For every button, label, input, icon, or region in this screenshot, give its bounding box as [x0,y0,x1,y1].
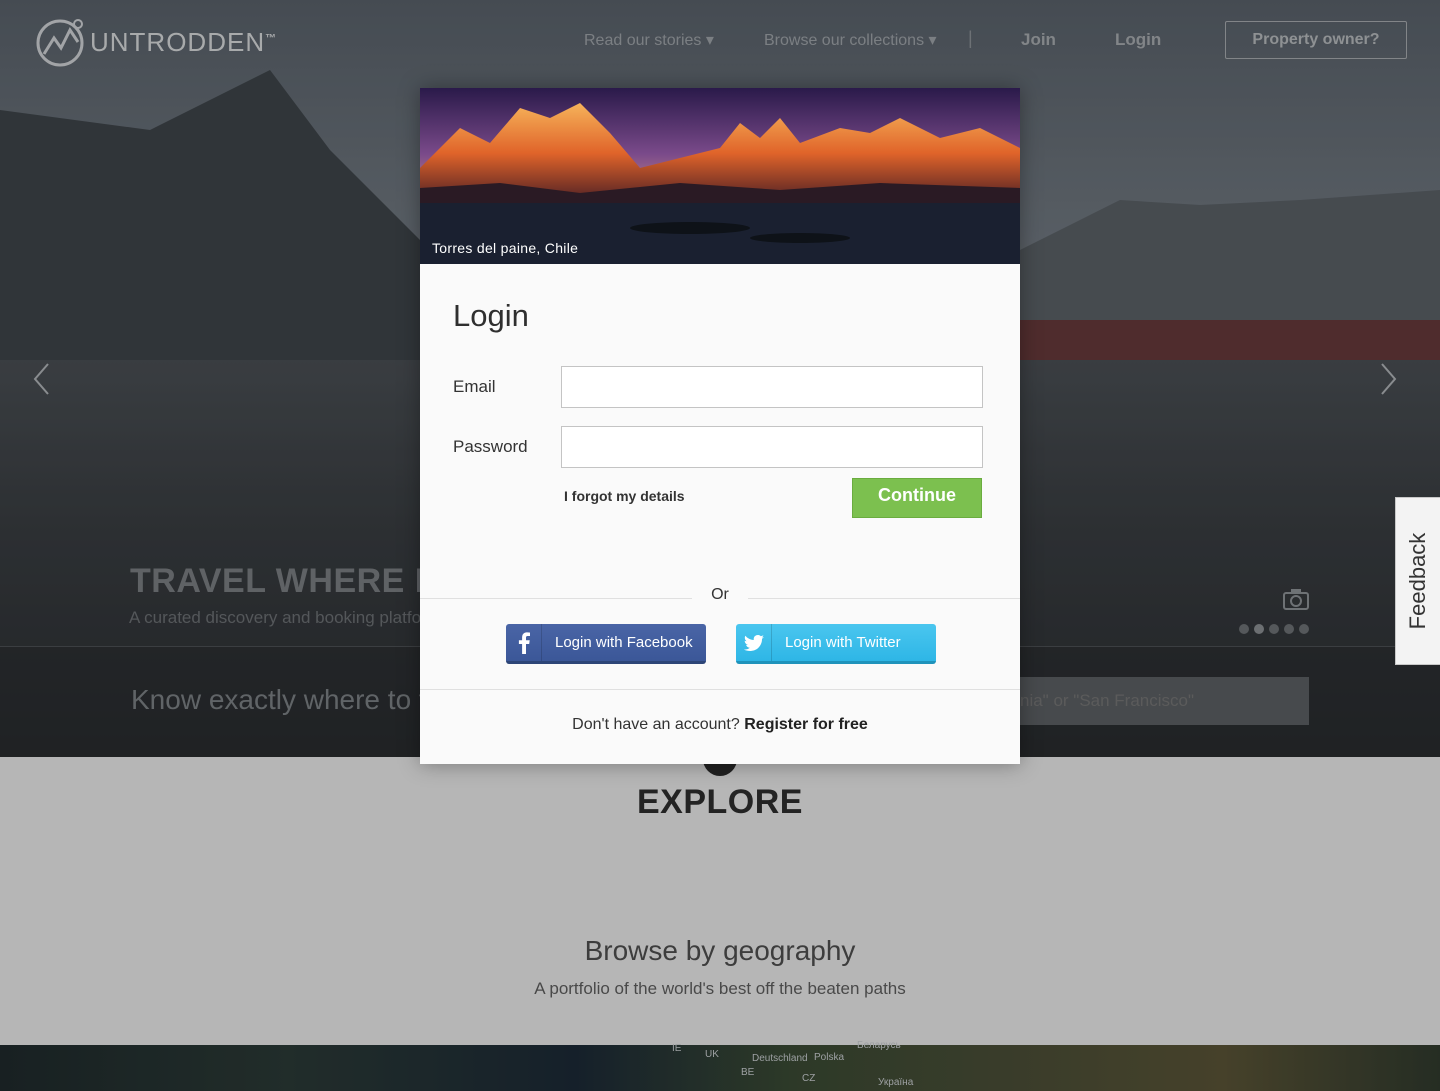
forgot-details-link[interactable]: I forgot my details [564,488,685,504]
twitter-login-button[interactable]: Login with Twitter [736,624,936,664]
register-prompt: Don't have an account? Register for free [420,716,1020,734]
or-separator: Or [692,586,748,604]
password-field[interactable] [561,426,983,468]
modal-title: Login [453,298,529,333]
password-label: Password [453,437,528,456]
feedback-tab[interactable]: Feedback [1395,497,1440,665]
facebook-login-button[interactable]: Login with Facebook [506,624,706,664]
photo-caption: Torres del paine, Chile [432,240,579,256]
continue-button[interactable]: Continue [852,478,982,518]
email-label: Email [453,377,496,396]
facebook-icon [506,624,542,661]
register-link[interactable]: Register for free [744,716,868,733]
no-account-text: Don't have an account? [572,716,740,733]
email-field[interactable] [561,366,983,408]
facebook-login-label: Login with Facebook [555,634,693,651]
divider [420,689,1020,690]
login-modal: Torres del paine, Chile Login Email Pass… [420,88,1020,764]
twitter-login-label: Login with Twitter [785,634,901,651]
twitter-icon [736,624,772,661]
mountain-photo [420,88,1020,264]
modal-header-photo: Torres del paine, Chile [420,88,1020,264]
